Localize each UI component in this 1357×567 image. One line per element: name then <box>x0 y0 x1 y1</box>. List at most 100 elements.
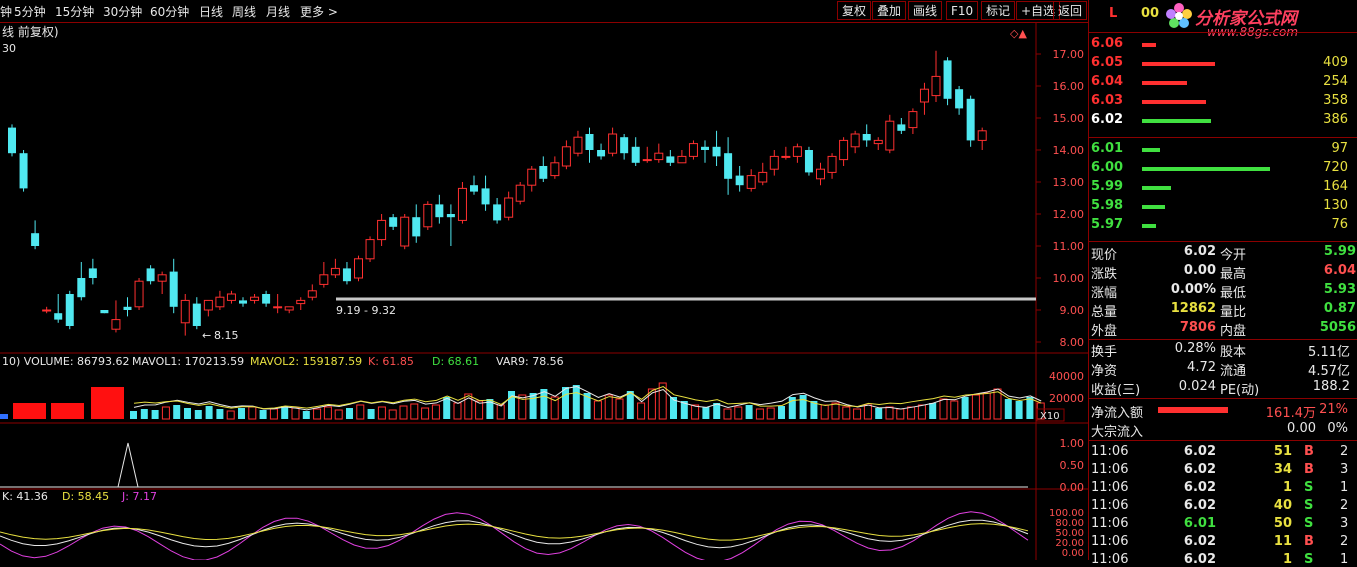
tab-60min[interactable]: 60分钟 <box>150 3 189 20</box>
volume-bar <box>917 404 926 420</box>
book-volume-bar <box>1142 186 1171 190</box>
volume-bar <box>443 397 451 419</box>
tick-cell: 50 <box>1273 516 1292 531</box>
volume-bar <box>51 403 84 419</box>
book-volume-bar <box>1142 205 1165 209</box>
candle-body <box>239 300 247 304</box>
kdj-legend-item: K: 41.36 <box>2 490 48 503</box>
candle-body <box>573 136 583 154</box>
info-label: 净资 <box>1091 364 1118 379</box>
book-volume-bar <box>1142 43 1156 47</box>
candle-body <box>423 203 433 228</box>
info-label: 换手 <box>1091 345 1118 360</box>
back-button[interactable]: 返回 <box>1053 1 1088 20</box>
tab-30min[interactable]: 30分钟 <box>103 3 142 20</box>
price-tick-label: 12.00 <box>1053 208 1085 221</box>
candle-body <box>701 146 709 150</box>
book-volume: 76 <box>1331 217 1348 232</box>
quote-label: 量比 <box>1220 305 1247 320</box>
tab-weekly[interactable]: 周线 <box>232 3 256 20</box>
quote-value: 12862 <box>1170 301 1216 316</box>
volume-bar <box>346 408 353 419</box>
price-axis: 17.00 16.00 15.00 14.00 13.00 12.00 11.00 10.00… <box>1036 48 1084 349</box>
volume-bar <box>313 408 322 420</box>
candle-body <box>134 280 144 308</box>
info-value: 188.2 <box>1312 379 1350 394</box>
candle-body <box>746 175 756 189</box>
chart-area[interactable]: 线 前复权) 30 ◇▲ 17.00 16.00 15.00 14.00 13.00 12… <box>0 22 1088 560</box>
chart-title: 线 前复权) <box>2 24 59 39</box>
tick-cell: 11:06 <box>1091 462 1129 477</box>
book-volume: 386 <box>1323 112 1348 127</box>
book-price[interactable]: 5.99 <box>1091 179 1123 194</box>
tab-daily[interactable]: 日线 <box>199 3 223 20</box>
volume-tick-label: 40000 <box>1049 370 1084 383</box>
volume-bar <box>907 406 916 420</box>
book-price[interactable]: 6.06 <box>1091 36 1123 51</box>
tab-more[interactable]: 更多 > <box>300 3 338 20</box>
volume-bar <box>572 385 580 419</box>
candle-body <box>897 124 906 131</box>
candle-body <box>31 233 40 246</box>
market-flag: L <box>1109 6 1118 21</box>
tick-cell: 1 <box>1340 480 1349 495</box>
volume-bar <box>194 410 202 419</box>
tick-cell: B <box>1304 462 1314 477</box>
price-tick-label: 9.00 <box>1060 304 1085 317</box>
volume-bar <box>604 394 613 420</box>
volume-bar <box>205 406 213 419</box>
volume-bar <box>238 408 245 419</box>
volume-bar <box>863 404 872 420</box>
volume-bar <box>637 402 646 420</box>
candle-body <box>330 267 340 276</box>
tick-cell: 51 <box>1273 444 1292 459</box>
volume-bar <box>626 391 634 419</box>
volume-unit: X10 <box>1040 411 1060 422</box>
candle-body <box>354 258 363 279</box>
candle-body <box>550 162 560 177</box>
book-price[interactable]: 5.98 <box>1091 198 1123 213</box>
overlay-button[interactable]: 叠加 <box>872 1 907 20</box>
tick-cell: 3 <box>1340 516 1349 531</box>
candle-body <box>377 219 387 241</box>
volume-legend-item: MAVOL1: 170213.59 <box>132 355 244 368</box>
volume-bar <box>842 406 851 420</box>
low-label: 8.15 <box>214 329 239 342</box>
candle-body <box>839 139 849 161</box>
mark-button[interactable]: 标记 <box>981 1 1016 20</box>
tab-monthly[interactable]: 月线 <box>266 3 290 20</box>
diamond-icon[interactable]: ◇▲ <box>1010 27 1027 40</box>
book-volume-bar <box>1142 100 1206 104</box>
tab-partial[interactable]: 钟 <box>0 3 12 20</box>
candle-body <box>642 159 652 162</box>
f10-button[interactable]: F10 <box>946 1 979 20</box>
book-price[interactable]: 6.01 <box>1091 141 1123 156</box>
tick-cell: 6.02 <box>1183 480 1216 495</box>
book-price[interactable]: 6.04 <box>1091 74 1123 89</box>
book-price[interactable]: 5.97 <box>1091 217 1123 232</box>
book-volume: 720 <box>1323 160 1348 175</box>
draw-button[interactable]: 画线 <box>908 1 943 20</box>
netflow-label: 净流入额 <box>1091 406 1144 421</box>
volume-bar <box>615 398 624 420</box>
tab-15min[interactable]: 15分钟 <box>55 3 94 20</box>
candle-body <box>966 98 975 141</box>
tick-cell: S <box>1304 480 1314 495</box>
volume-bar <box>961 397 969 419</box>
price-tick-label: 16.00 <box>1053 80 1085 93</box>
book-volume-bar <box>1142 119 1211 123</box>
book-price[interactable]: 6.03 <box>1091 93 1123 108</box>
book-price[interactable]: 6.00 <box>1091 160 1123 175</box>
tab-5min[interactable]: 5分钟 <box>14 3 46 20</box>
quote-label: 涨跌 <box>1091 267 1118 282</box>
adjust-button[interactable]: 复权 <box>837 1 872 20</box>
book-volume-bar <box>1142 167 1270 171</box>
book-volume: 164 <box>1323 179 1348 194</box>
volume-bar <box>1015 401 1023 419</box>
volume-bar <box>453 402 462 420</box>
book-volume-bar <box>1142 148 1160 152</box>
book-price[interactable]: 6.02 <box>1091 112 1123 127</box>
candle-body <box>342 268 351 282</box>
book-price[interactable]: 6.05 <box>1091 55 1123 70</box>
volume-bar <box>702 407 710 419</box>
